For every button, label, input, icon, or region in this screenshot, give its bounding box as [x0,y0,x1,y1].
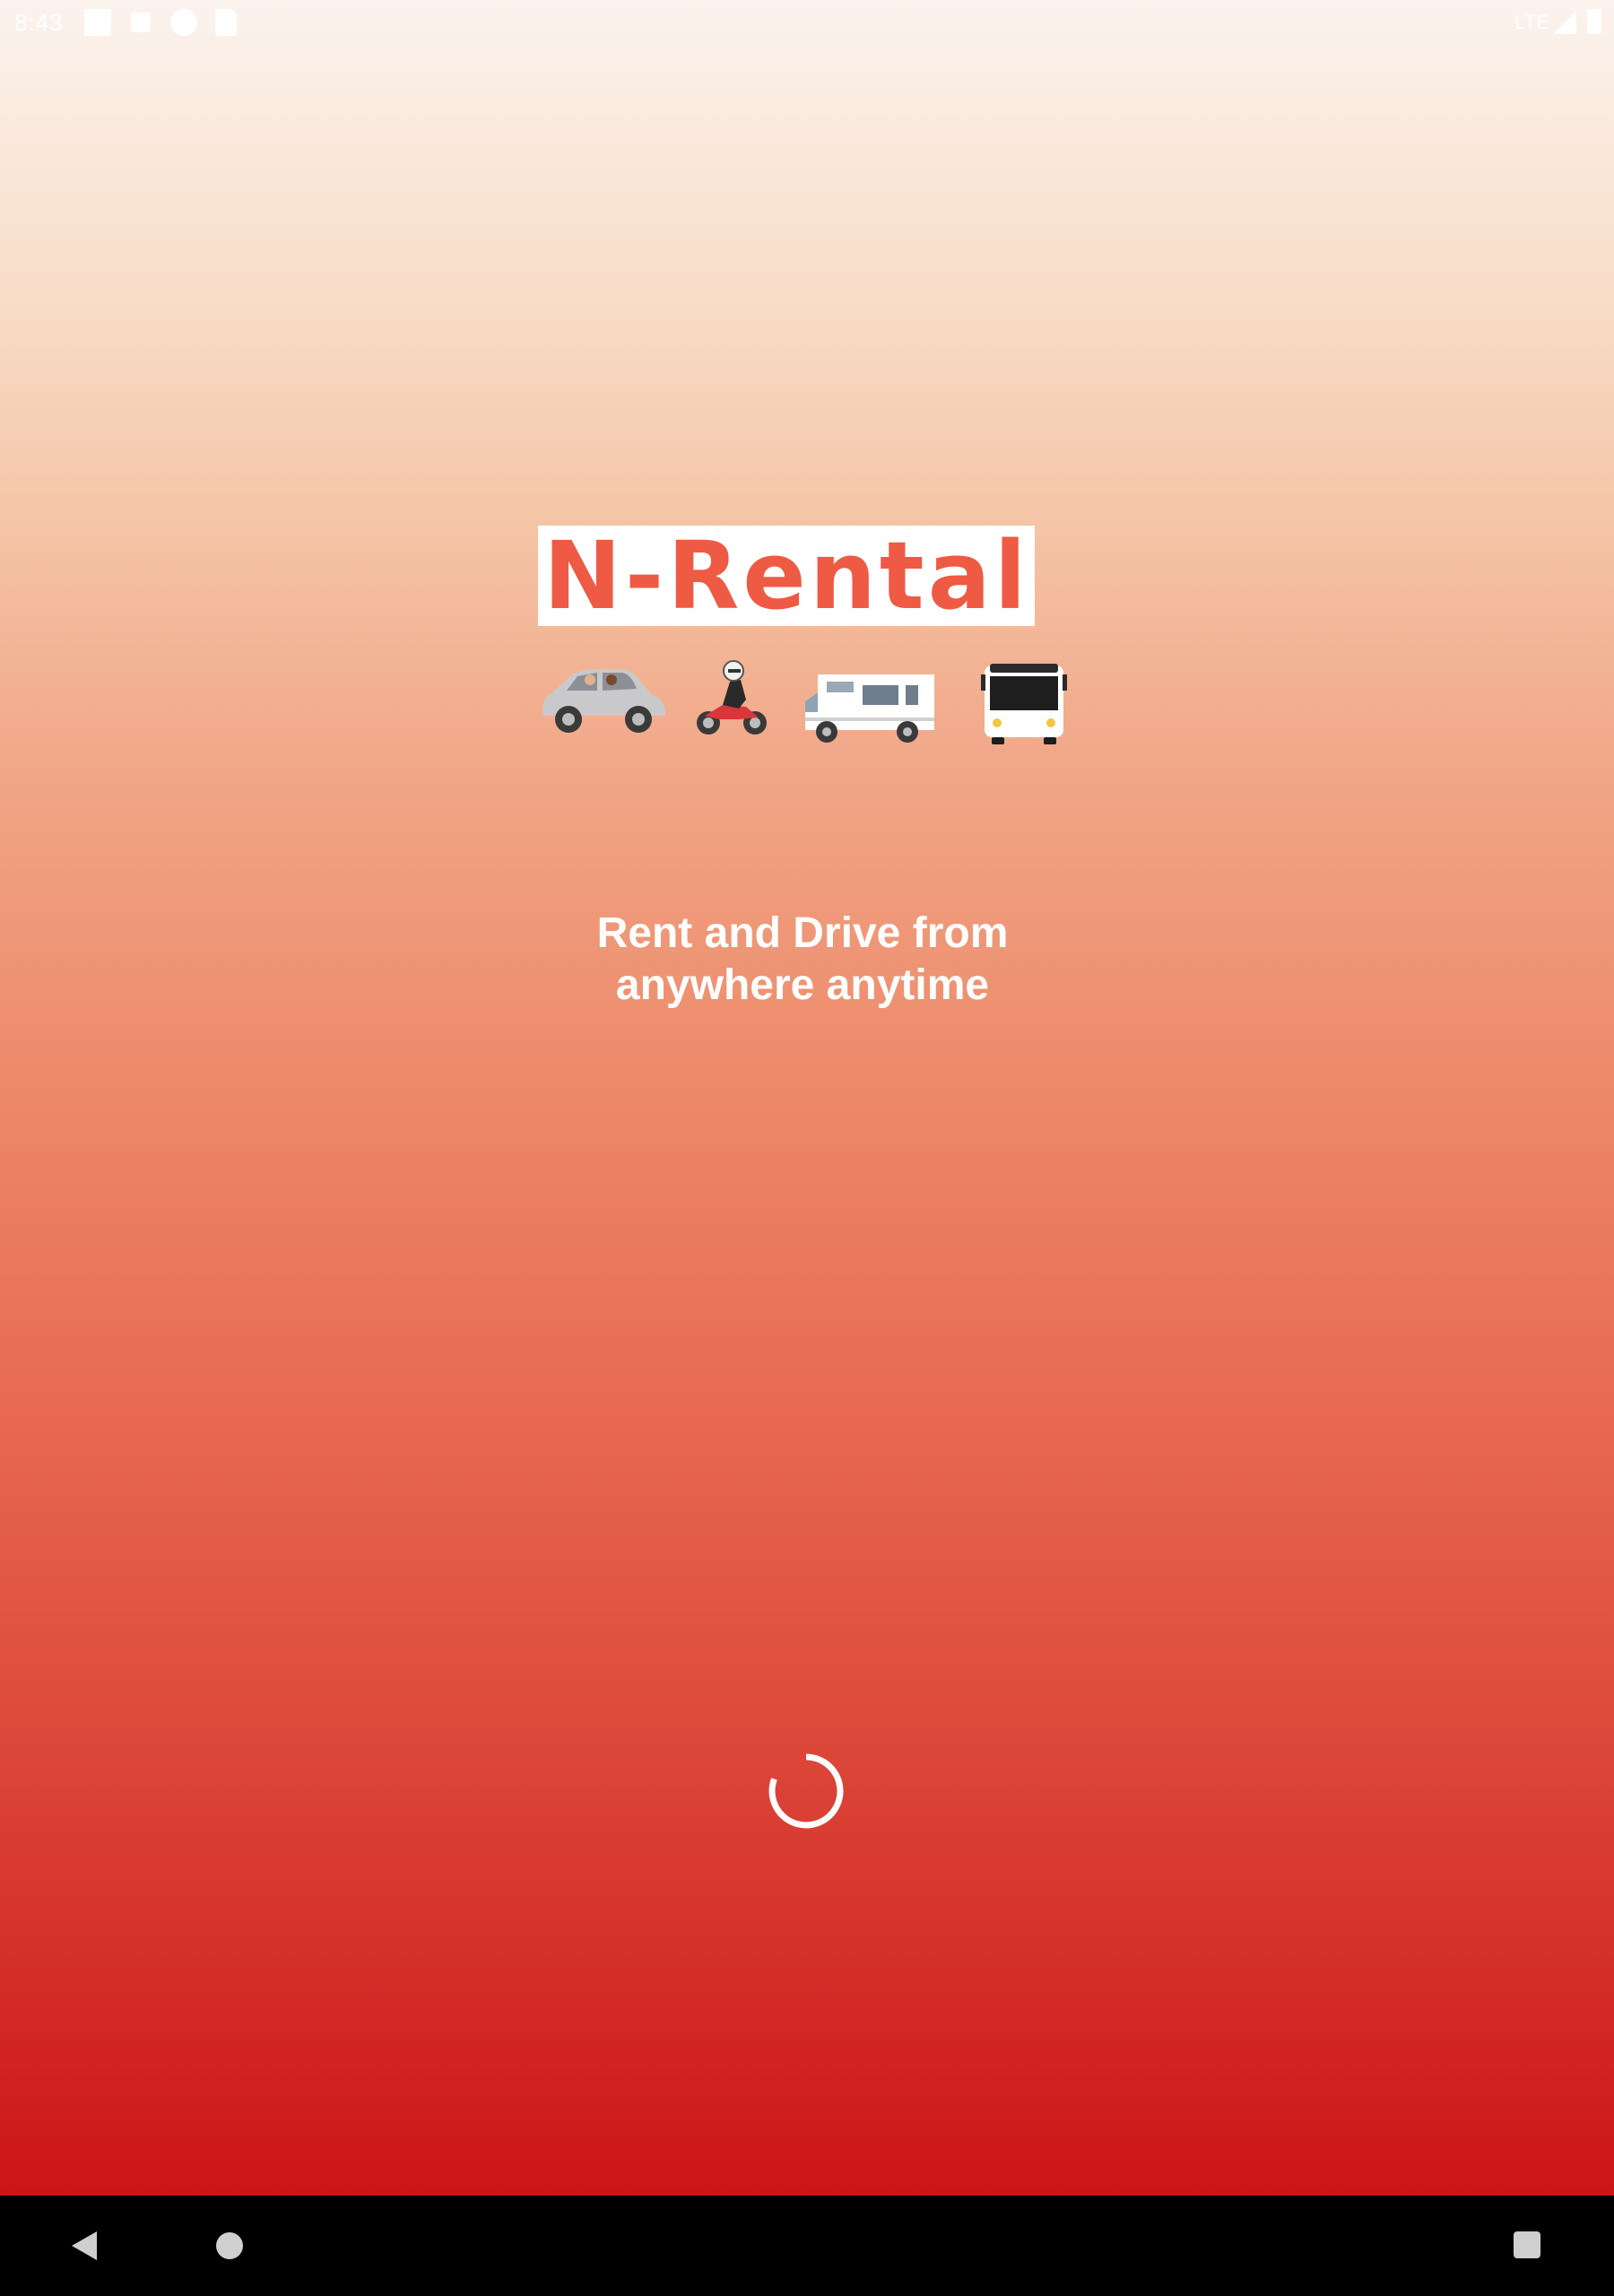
camper-van-icon [805,674,934,743]
network-type: LTE [1514,11,1549,33]
bus-icon [981,664,1067,744]
motorbike-icon [697,660,767,735]
navigation-bar [0,2196,1614,2296]
tagline-line-1: Rent and Drive from [596,909,1009,957]
logo-title: N-Rental [538,526,1036,626]
sd-card-icon [215,9,237,36]
vehicle-icons [534,660,1072,750]
tagline: Rent and Drive from anywhere anytime [0,908,1605,1012]
loading-spinner-icon [768,1753,844,1829]
notification-box-icon [131,13,151,32]
car-icon [542,669,666,733]
notification-square-icon [84,9,111,36]
signal-icon [1553,11,1576,34]
back-icon[interactable] [72,2231,97,2260]
recents-icon[interactable] [1514,2231,1540,2258]
status-bar: 8:43 LTE [0,0,1614,47]
app-logo: N-Rental [534,526,1072,744]
home-icon[interactable] [216,2232,243,2259]
tagline-line-2: anywhere anytime [615,961,990,1009]
status-time: 8:43 [14,9,64,36]
battery-icon [1587,9,1601,34]
notification-circle-icon [170,9,197,36]
splash-screen: 8:43 LTE N-Rental Rent and Drive from an… [0,0,1614,2196]
